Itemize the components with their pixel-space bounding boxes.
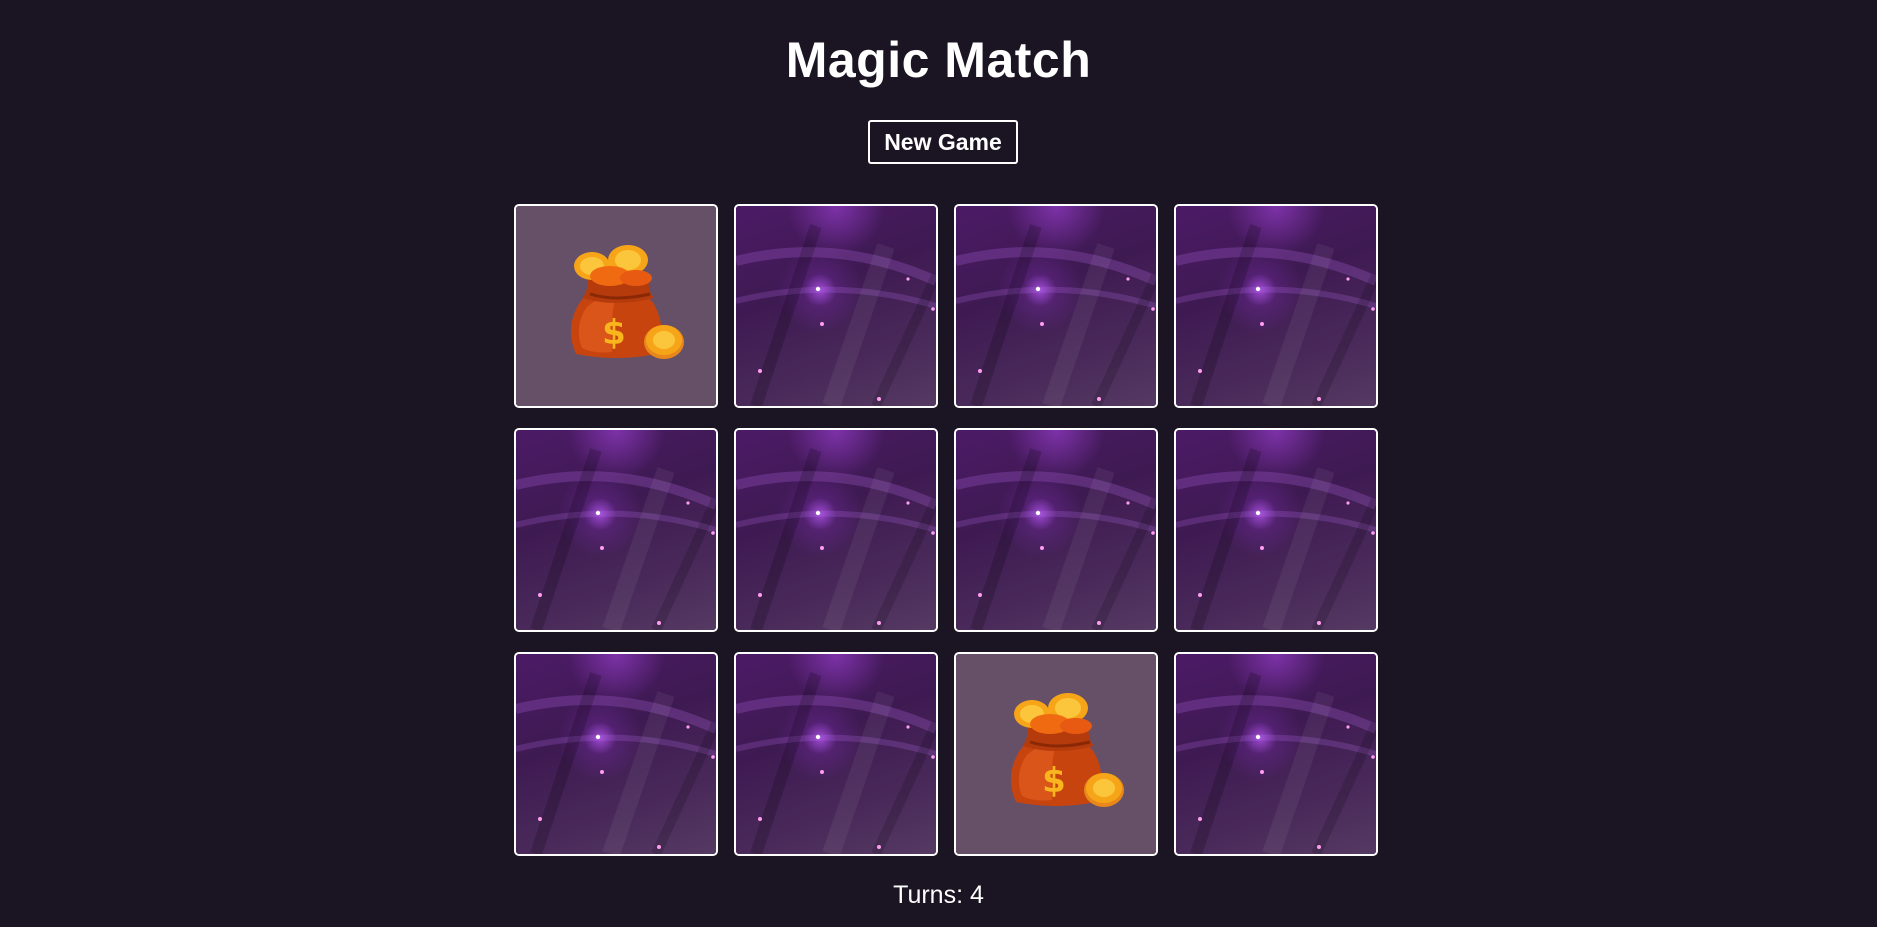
money-bag-icon: $: [570, 245, 684, 359]
card-face-up[interactable]: $: [514, 204, 718, 408]
card-back-icon: [516, 430, 716, 630]
turns-counter: Turns: 4: [893, 881, 984, 909]
svg-text:$: $: [602, 313, 626, 353]
card-back-icon: [736, 430, 936, 630]
game-screen: Magic Match New Game $ $ Turns: 4: [0, 0, 1877, 927]
card-back-icon: [1176, 654, 1376, 854]
card-face-down[interactable]: [514, 652, 718, 856]
card-face-down[interactable]: [734, 204, 938, 408]
card-face-down[interactable]: [514, 428, 718, 632]
card-back-icon: [1176, 430, 1376, 630]
card-face-down[interactable]: [1174, 428, 1378, 632]
card-back-icon: [516, 654, 716, 854]
card-grid: $ $: [514, 204, 1379, 856]
money-bag-icon: $: [1010, 693, 1124, 807]
card-face-down[interactable]: [954, 204, 1158, 408]
card-face-down[interactable]: [734, 428, 938, 632]
card-face-down[interactable]: [1174, 652, 1378, 856]
card-face-down[interactable]: [954, 428, 1158, 632]
game-title: Magic Match: [785, 32, 1092, 88]
card-face-down[interactable]: [734, 652, 938, 856]
card-back-icon: [1176, 206, 1376, 406]
new-game-button[interactable]: New Game: [868, 120, 1018, 164]
card-back-icon: [736, 654, 936, 854]
card-face-down[interactable]: [1174, 204, 1378, 408]
card-back-icon: [956, 430, 1156, 630]
svg-text:$: $: [1042, 761, 1066, 801]
card-face-up[interactable]: $: [954, 652, 1158, 856]
card-back-icon: [736, 206, 936, 406]
card-back-icon: [956, 206, 1156, 406]
